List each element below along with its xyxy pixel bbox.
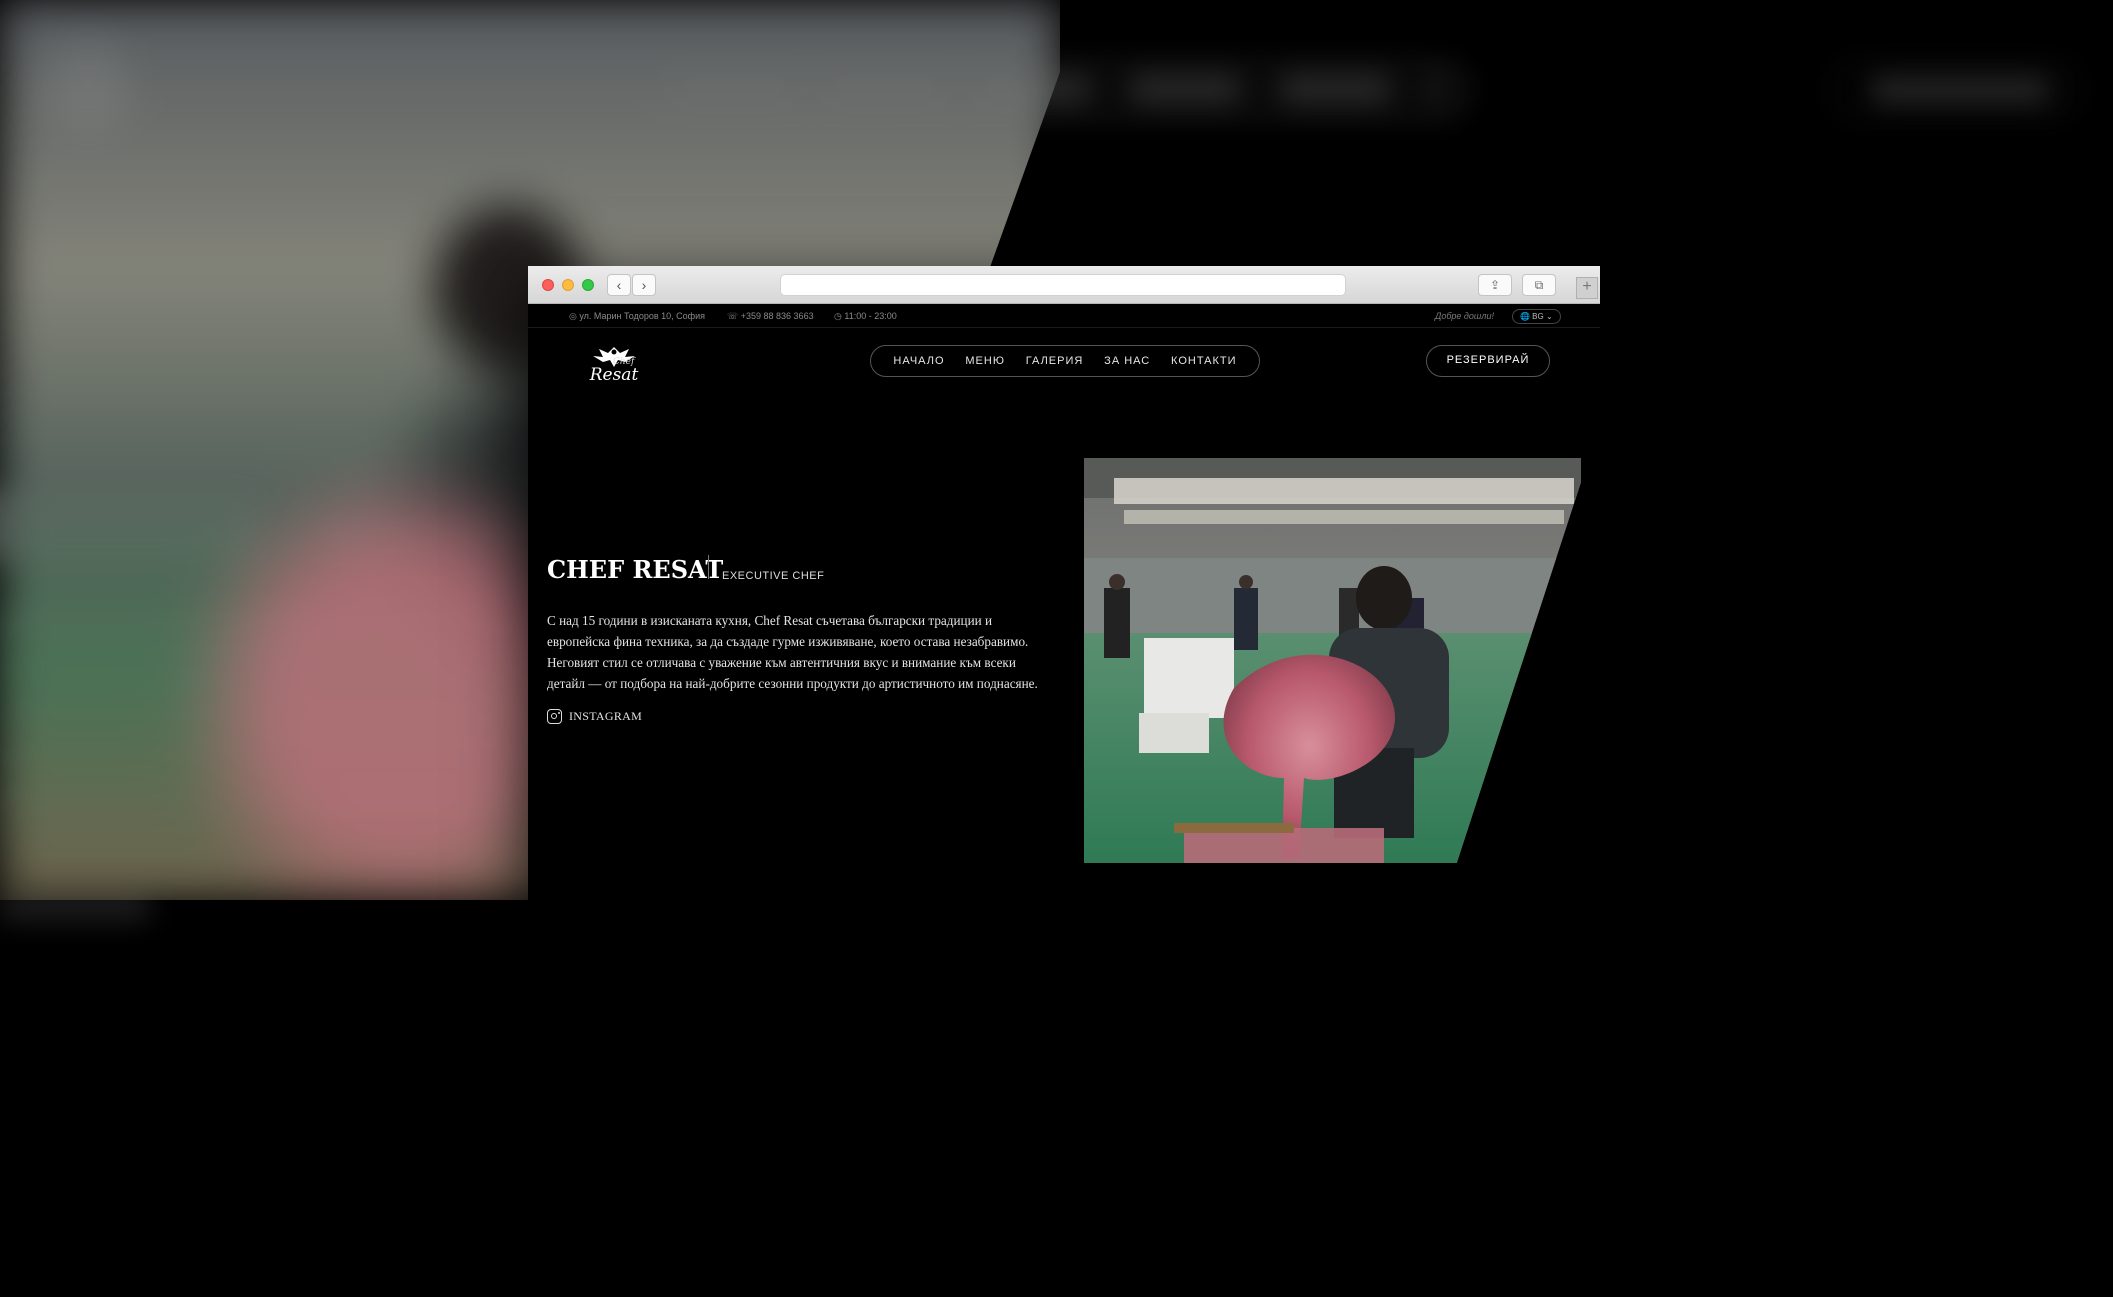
nav-item-menu[interactable]: МЕНЮ	[965, 355, 1005, 367]
share-icon: ⇪	[1489, 278, 1501, 292]
chef-photo	[1084, 458, 1581, 863]
main-navigation: НАЧАЛО МЕНЮ ГАЛЕРИЯ ЗА НАС КОНТАКТИ	[870, 345, 1260, 377]
browser-window: ‹ › ⇪ ⧉ + ◎ ул. Марин Тодоров 10, София …	[528, 266, 1600, 956]
blurred-reserve-text	[1870, 78, 2050, 102]
plus-icon: +	[1582, 278, 1592, 295]
share-button[interactable]: ⇪	[1478, 274, 1512, 296]
tabs-overview-button[interactable]: ⧉	[1522, 274, 1556, 296]
browser-titlebar: ‹ › ⇪ ⧉ +	[528, 266, 1600, 304]
chef-name: CHEF RESAT	[547, 555, 724, 584]
new-tab-button[interactable]: +	[1576, 277, 1598, 299]
zoom-window-button[interactable]	[582, 279, 594, 291]
instagram-label: INSTAGRAM	[569, 709, 643, 723]
tabs-icon: ⧉	[1534, 278, 1544, 292]
website: ◎ ул. Марин Тодоров 10, София ☏ +359 88 …	[528, 305, 1600, 956]
minimize-window-button[interactable]	[562, 279, 574, 291]
fish-market-photo	[1084, 458, 1581, 863]
welcome-text: Добре дошли!	[1435, 311, 1494, 321]
nav-item-about[interactable]: ЗА НАС	[1104, 355, 1150, 367]
chevron-left-icon: ‹	[616, 277, 622, 293]
title-divider	[708, 555, 709, 579]
instagram-link[interactable]: INSTAGRAM	[547, 709, 642, 724]
phone-info[interactable]: ☏ +359 88 836 3663	[727, 311, 814, 322]
forward-button[interactable]: ›	[632, 274, 656, 296]
instagram-icon	[547, 709, 562, 724]
chef-role: EXECUTIVE CHEF	[722, 570, 825, 582]
nav-item-gallery[interactable]: ГАЛЕРИЯ	[1026, 355, 1084, 367]
back-button[interactable]: ‹	[607, 274, 631, 296]
chef-resat-logo[interactable]: Chef Resat	[579, 343, 649, 399]
nav-item-home[interactable]: НАЧАЛО	[893, 355, 944, 367]
chef-bio: С над 15 години в изисканата кухня, Chef…	[547, 613, 1038, 691]
nav-item-contacts[interactable]: КОНТАКТИ	[1171, 355, 1237, 367]
logo-script-text: Resat	[589, 365, 639, 385]
chevron-right-icon: ›	[641, 277, 647, 293]
reserve-button[interactable]: РЕЗЕРВИРАЙ	[1426, 345, 1550, 377]
close-window-button[interactable]	[542, 279, 554, 291]
hours-info: ◷ 11:00 - 23:00	[834, 311, 897, 321]
address-info: ◎ ул. Марин Тодоров 10, София	[569, 311, 705, 321]
address-bar[interactable]	[780, 274, 1346, 296]
info-bar: ◎ ул. Марин Тодоров 10, София ☏ +359 88 …	[528, 305, 1600, 328]
language-selector[interactable]: 🌐 BG ⌄	[1512, 309, 1561, 324]
